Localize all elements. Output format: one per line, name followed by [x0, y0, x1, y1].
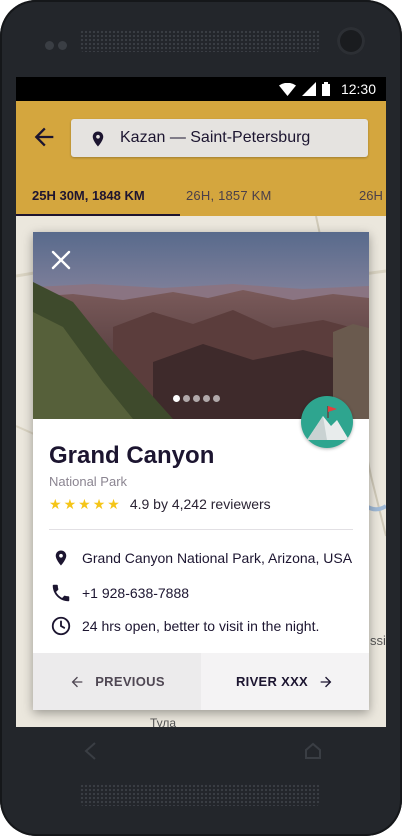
photo-dot[interactable]	[213, 395, 220, 402]
tab-route-1[interactable]: 25H 30M, 1848 KM	[32, 188, 145, 203]
rating-row: ★ ★ ★ ★ ★ 4.9 by 4,242 reviewers	[49, 496, 271, 512]
status-time: 12:30	[340, 81, 376, 97]
phone-text: +1 928-638-7888	[82, 585, 190, 601]
earpiece-speaker	[80, 30, 320, 52]
wifi-icon	[279, 82, 296, 96]
next-button[interactable]: RIVER XXX	[201, 653, 369, 710]
photo-dot[interactable]	[193, 395, 200, 402]
tab-route-3[interactable]: 26H	[359, 188, 383, 203]
mountain-flag-icon	[307, 406, 349, 440]
back-arrow-icon	[34, 127, 54, 147]
tab-indicator	[16, 214, 180, 216]
tab-route-2[interactable]: 26H, 1857 KM	[186, 188, 272, 203]
photo-dot[interactable]	[203, 395, 210, 402]
hours-row: 24 hrs open, better to visit in the nigh…	[49, 614, 319, 638]
star-icon: ★	[63, 496, 77, 512]
screen: ssi Тула 12:30 Kazan — Saint-Petersburg …	[16, 77, 386, 727]
place-type: National Park	[49, 474, 128, 489]
rating-text: 4.9 by 4,242 reviewers	[129, 496, 271, 512]
hours-text: 24 hrs open, better to visit in the nigh…	[82, 618, 320, 634]
photo-dot[interactable]	[173, 395, 180, 402]
place-title: Grand Canyon	[49, 442, 215, 469]
route-search-text: Kazan — Saint-Petersburg	[120, 129, 311, 146]
arrow-right-icon	[320, 676, 332, 687]
map-label: ssi	[370, 633, 386, 648]
address-text: Grand Canyon National Park, Arizona, USA	[82, 550, 353, 566]
place-card: Grand Canyon National Park ★ ★ ★ ★ ★ 4.9…	[33, 232, 369, 710]
signal-icon	[302, 82, 316, 96]
close-button[interactable]	[49, 248, 73, 272]
location-pin-icon	[49, 546, 73, 570]
location-pin-icon	[92, 131, 104, 147]
map-label: Тула	[150, 716, 177, 727]
photo-dot[interactable]	[183, 395, 190, 402]
canyon-photo-image	[33, 232, 369, 419]
close-icon	[51, 250, 71, 270]
phone-frame: ssi Тула 12:30 Kazan — Saint-Petersburg …	[0, 0, 402, 836]
rating-stars: ★ ★ ★ ★ ★	[49, 497, 120, 511]
address-row[interactable]: Grand Canyon National Park, Arizona, USA	[49, 546, 352, 570]
battery-icon	[322, 82, 330, 96]
star-icon: ★	[78, 496, 91, 512]
star-icon: ★	[92, 496, 106, 512]
route-search-field[interactable]: Kazan — Saint-Petersburg	[71, 119, 368, 157]
back-button[interactable]	[30, 123, 58, 151]
place-photo[interactable]	[33, 232, 369, 419]
status-bar: 12:30	[16, 77, 386, 101]
clock-icon	[49, 614, 73, 638]
card-footer: PREVIOUS RIVER XXX	[33, 653, 369, 710]
star-icon: ★	[49, 496, 62, 512]
place-category-avatar	[301, 396, 353, 448]
divider	[49, 529, 353, 530]
app-toolbar: Kazan — Saint-Petersburg 25H 30M, 1848 K…	[16, 101, 386, 216]
star-icon: ★	[107, 496, 120, 512]
sensor-dot	[58, 41, 67, 50]
previous-label: PREVIOUS	[95, 674, 165, 689]
phone-row[interactable]: +1 928-638-7888	[49, 581, 189, 605]
sensor-dot	[45, 41, 54, 50]
front-camera	[337, 27, 365, 55]
phone-icon	[49, 581, 73, 605]
previous-button[interactable]: PREVIOUS	[33, 653, 201, 710]
system-back-icon[interactable]	[83, 742, 97, 760]
system-home-icon[interactable]	[304, 742, 322, 760]
next-label: RIVER XXX	[235, 674, 309, 689]
arrow-left-icon	[71, 676, 83, 687]
bottom-speaker	[80, 784, 320, 806]
photo-pagination	[173, 395, 220, 402]
route-tabs: 25H 30M, 1848 KM 26H, 1857 KM 26H	[16, 179, 386, 216]
